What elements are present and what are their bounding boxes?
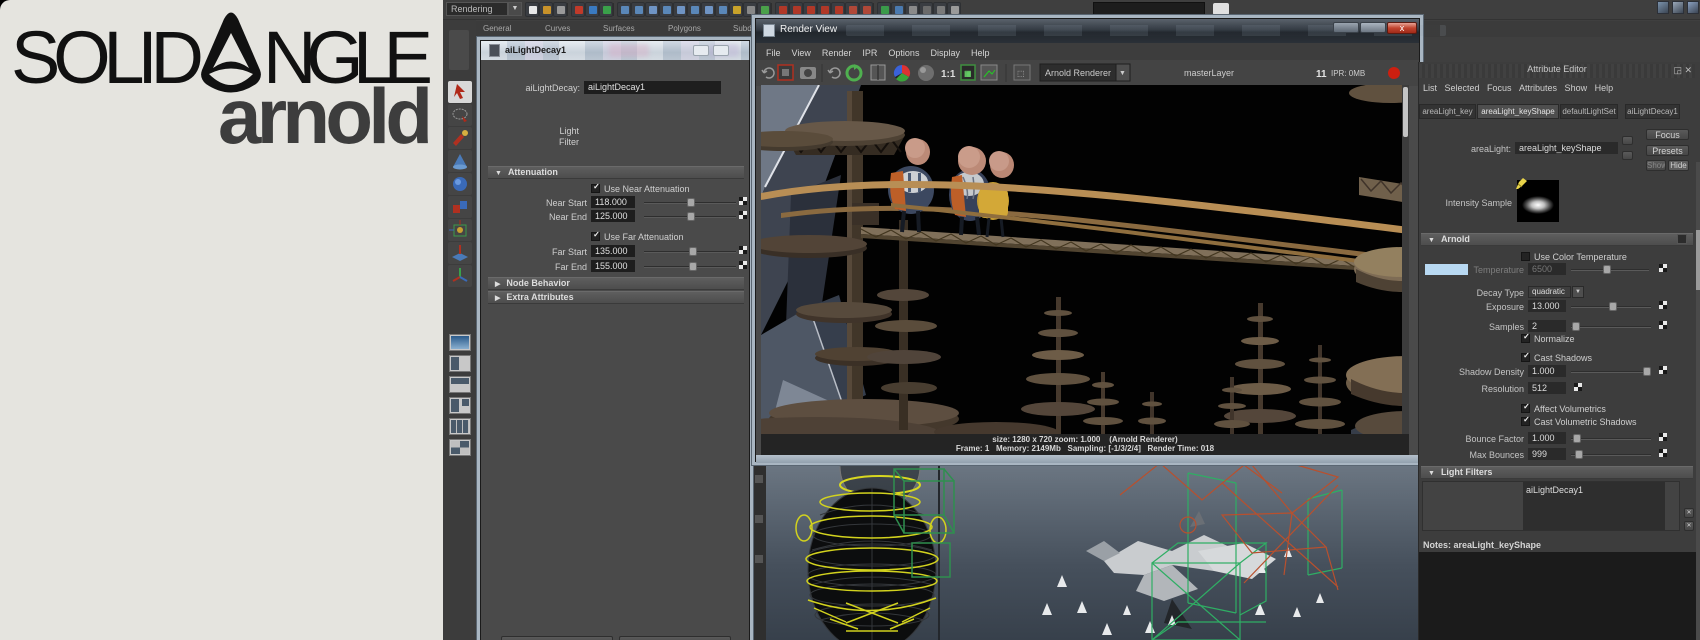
svg-text:IPR: 0MB: IPR: 0MB [1331, 69, 1365, 78]
svg-text:▼: ▼ [1119, 70, 1126, 77]
svg-text:11: 11 [1316, 69, 1327, 80]
svg-text:masterLayer: masterLayer [1184, 68, 1234, 78]
svg-text:▦: ▦ [964, 69, 972, 78]
svg-text:⬚: ⬚ [1017, 69, 1025, 78]
svg-text:1:1: 1:1 [941, 69, 956, 80]
svg-text:arnold: arnold [218, 72, 431, 160]
svg-text:SOLID: SOLID [11, 16, 204, 99]
svg-text:Arnold Renderer: Arnold Renderer [1045, 68, 1111, 78]
